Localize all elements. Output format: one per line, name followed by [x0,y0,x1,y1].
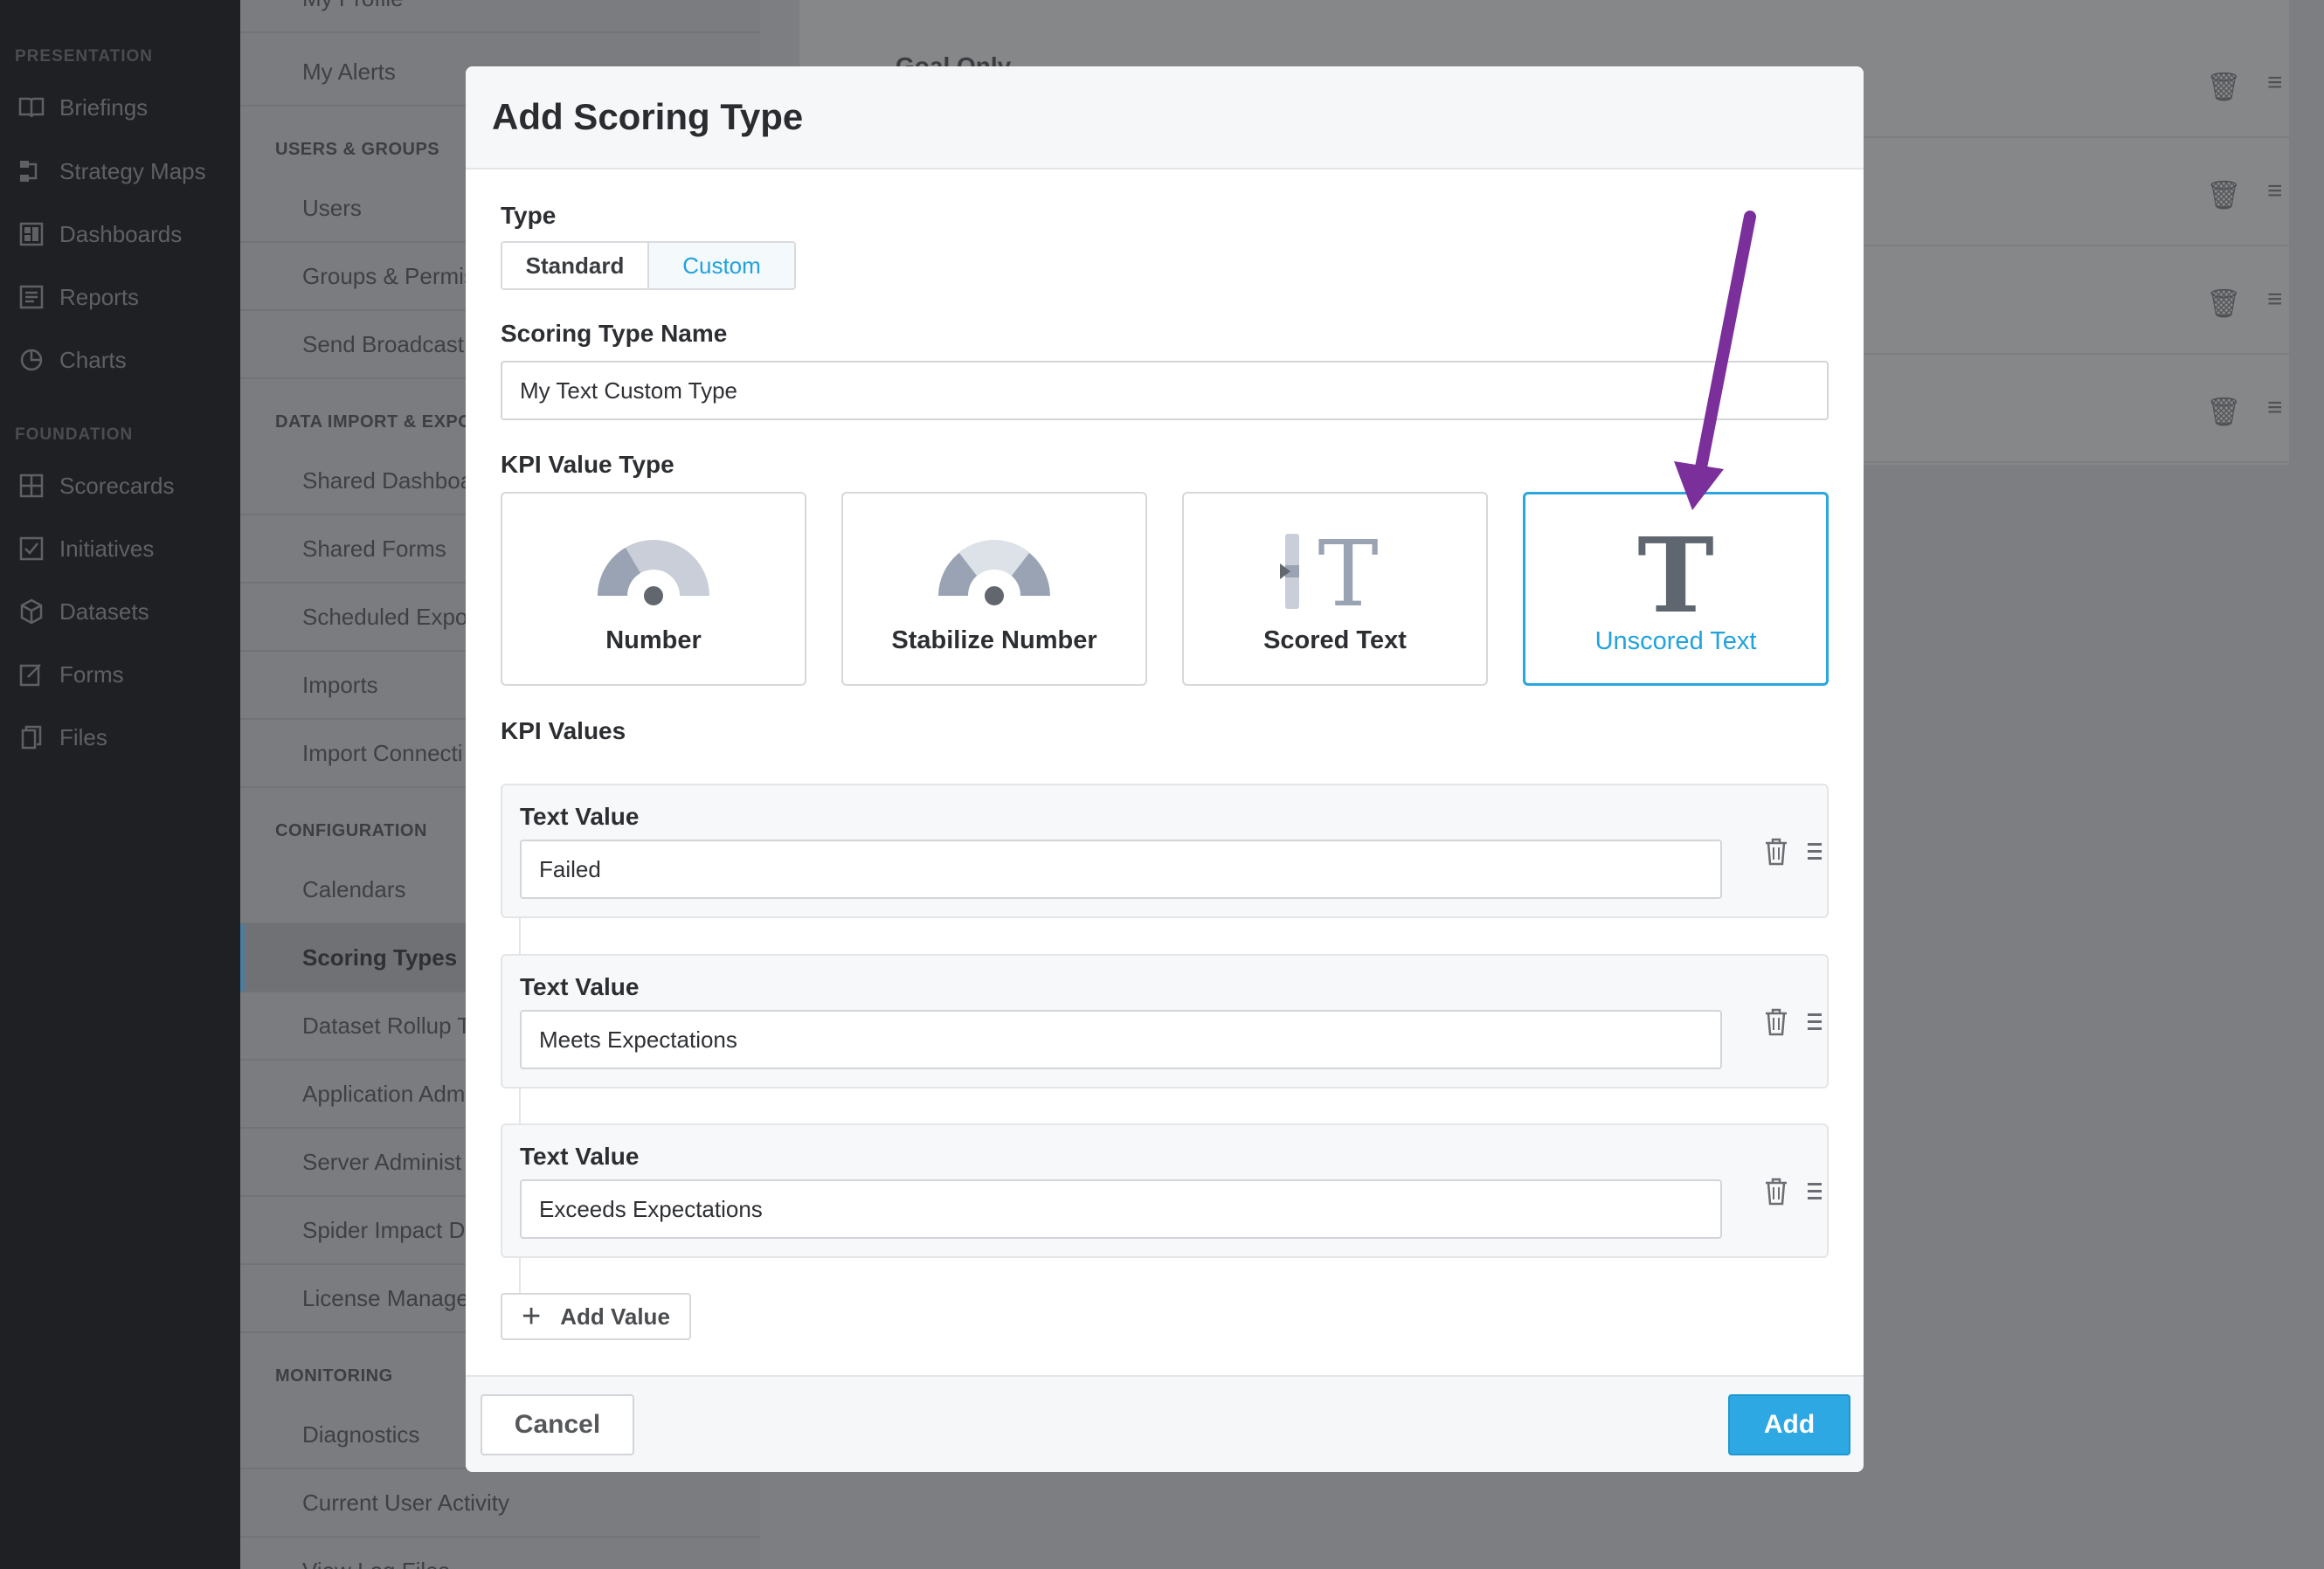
nav-item-label: Reports [59,283,140,310]
nav-item-label: Briefings [59,93,149,121]
row-connector [519,1089,521,1125]
add-value-button[interactable]: + Add Value [501,1293,691,1340]
gauge-icon [843,527,1145,614]
kpi-value-type-options: Number Stabilize Number T Scored Text T … [501,492,1829,686]
text-value-label: Text Value [520,803,640,830]
nav-item-files[interactable]: Files [17,720,107,755]
nav-item-label: Forms [59,660,124,688]
add-scoring-type-dialog: Add Scoring Type Type Standard Custom Sc… [466,66,1864,1472]
gauge-icon [502,527,805,614]
kpi-value-row: Text Value Exceeds Expectations [501,1123,1829,1258]
cancel-button[interactable]: Cancel [481,1394,634,1455]
nav-item-label: Strategy Maps [59,157,206,184]
nav-item-dashboards[interactable]: Dashboards [17,217,182,252]
nav-item-briefings[interactable]: Briefings [17,90,148,125]
scoring-type-name-input[interactable]: My Text Custom Type [501,361,1829,420]
add-button[interactable]: Add [1728,1394,1850,1455]
scored-text-icon: T [1184,527,1486,614]
text-value-label: Text Value [520,973,640,1000]
admin-menu-section-data-import: DATA IMPORT & EXPO [275,412,473,432]
drag-handle-icon[interactable] [1808,1008,1825,1034]
nav-item-label: Datasets [59,598,149,625]
cube-icon [17,598,45,625]
kpi-value-type-label: KPI Value Type [501,451,674,478]
nav-item-label: Files [59,723,107,750]
book-icon [17,94,45,121]
nav-item-label: Initiatives [59,535,155,562]
nav-item-scorecards[interactable]: Scorecards [17,468,175,503]
kpi-type-label: Number [605,626,702,654]
drag-handle-icon[interactable] [1808,838,1825,864]
plus-icon: + [522,1298,542,1335]
kpi-type-scored-text-card[interactable]: T Scored Text [1182,492,1488,686]
kpi-type-number-card[interactable]: Number [501,492,806,686]
kpi-type-label: Unscored Text [1594,627,1757,655]
svg-text:T: T [1637,526,1714,617]
kpi-type-stabilize-number-card[interactable]: Stabilize Number [841,492,1147,686]
nav-section-foundation: FOUNDATION [15,425,134,444]
kpi-type-label: Scored Text [1263,626,1407,654]
type-standard-button[interactable]: Standard [502,243,649,288]
admin-menu-section-configuration: CONFIGURATION [275,821,427,840]
add-value-label: Add Value [560,1303,670,1330]
admin-menu-item[interactable]: View Log Files [240,1538,760,1569]
nav-item-forms[interactable]: Forms [17,657,124,692]
kpi-value-row: Text Value Meets Expectations [501,954,1829,1089]
drag-handle-icon[interactable]: ≡ [2267,68,2283,98]
nav-item-strategy-maps[interactable]: Strategy Maps [17,154,206,189]
admin-menu-section-users-groups: USERS & GROUPS [275,140,440,159]
text-value-input[interactable]: Exceeds Expectations [520,1179,1722,1239]
text-value-input[interactable]: Meets Expectations [520,1010,1722,1069]
dialog-header: Add Scoring Type [466,66,1864,169]
trash-icon[interactable] [1760,1005,1792,1040]
main-nav: PRESENTATION Briefings Strategy Maps Das… [0,0,240,1569]
text-value-input[interactable]: Failed [520,840,1722,899]
scoring-type-name-label: Scoring Type Name [501,320,728,347]
trash-icon[interactable]: 🗑 [2206,70,2242,103]
strategy-map-icon [17,158,45,184]
trash-icon[interactable]: 🗑 [2206,395,2242,428]
form-icon [17,661,45,688]
checkbox-icon [17,536,45,562]
nav-item-datasets[interactable]: Datasets [17,594,149,629]
admin-menu-item[interactable]: Current User Activity [240,1469,760,1538]
drag-handle-icon[interactable] [1808,1178,1825,1204]
kpi-value-row: Text Value Failed [501,784,1829,918]
row-connector [519,1258,521,1295]
dialog-title: Add Scoring Type [492,96,804,137]
trash-icon[interactable]: 🗑 [2206,178,2242,211]
row-connector [519,918,521,955]
pie-chart-icon [17,347,45,373]
trash-icon[interactable] [1760,1174,1792,1209]
report-icon [17,284,45,310]
nav-section-presentation: PRESENTATION [15,47,154,66]
drag-handle-icon[interactable]: ≡ [2267,285,2283,314]
files-icon [17,724,45,750]
drag-handle-icon[interactable]: ≡ [2267,176,2283,206]
type-custom-button[interactable]: Custom [649,243,794,288]
kpi-type-label: Stabilize Number [891,626,1097,654]
type-toggle: Standard Custom [501,241,796,290]
trash-icon[interactable] [1760,834,1792,869]
nav-item-label: Scorecards [59,472,175,499]
nav-item-charts[interactable]: Charts [17,342,127,377]
nav-item-initiatives[interactable]: Initiatives [17,531,154,566]
admin-menu-section-monitoring: MONITORING [275,1366,393,1386]
dialog-footer: Cancel Add [466,1375,1864,1472]
trash-icon[interactable]: 🗑 [2206,287,2242,320]
dashboard-icon [17,221,45,247]
svg-text:T: T [1318,529,1378,612]
text-icon: T [1525,526,1826,617]
scorecard-icon [17,473,45,499]
nav-item-label: Dashboards [59,220,183,247]
text-value-label: Text Value [520,1143,640,1170]
nav-item-label: Charts [59,346,127,373]
admin-menu-item[interactable]: My Profile [240,0,760,33]
kpi-type-unscored-text-card[interactable]: T Unscored Text [1523,492,1829,686]
kpi-values-label: KPI Values [501,717,626,744]
nav-item-reports[interactable]: Reports [17,280,139,314]
type-label: Type [501,202,557,229]
drag-handle-icon[interactable]: ≡ [2267,393,2283,423]
